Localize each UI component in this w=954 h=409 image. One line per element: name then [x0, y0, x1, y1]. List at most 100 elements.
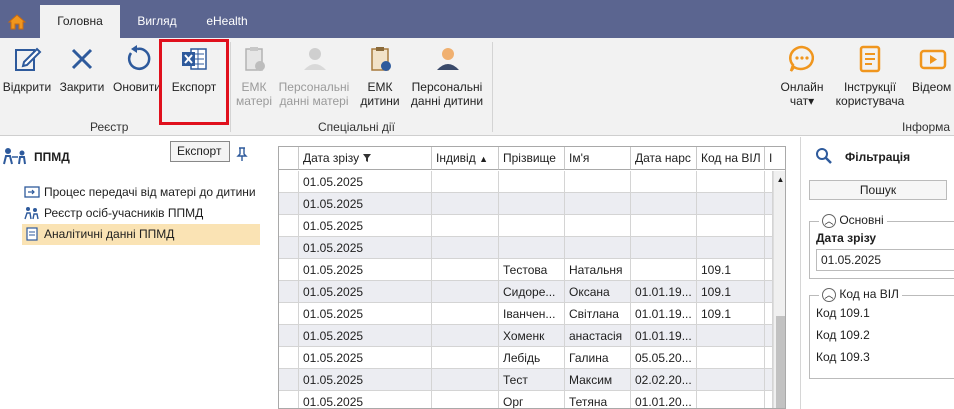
table-cell[interactable]	[565, 215, 631, 237]
table-cell[interactable]	[697, 325, 765, 347]
table-cell[interactable]	[631, 259, 697, 281]
date-input[interactable]: 01.05.2025	[816, 249, 954, 271]
table-cell[interactable]: Натальня	[565, 259, 631, 281]
table-cell[interactable]: Тест	[499, 369, 565, 391]
table-cell[interactable]	[697, 347, 765, 369]
tab-view[interactable]: Вигляд	[122, 5, 192, 38]
table-cell[interactable]	[432, 347, 499, 369]
table-cell[interactable]: Іванчен...	[499, 303, 565, 325]
table-cell[interactable]	[765, 193, 773, 215]
hiv-code-option[interactable]: Код 109.3	[816, 350, 870, 364]
mother-ehr-button[interactable]: ЕМК матері	[234, 44, 274, 116]
table-cell[interactable]: 01.05.2025	[299, 325, 432, 347]
vertical-scrollbar[interactable]: ▲	[773, 171, 785, 408]
table-cell[interactable]	[432, 325, 499, 347]
search-button[interactable]: Пошук	[809, 180, 947, 200]
row-header[interactable]	[279, 391, 299, 408]
row-header[interactable]	[279, 347, 299, 369]
table-cell[interactable]	[631, 215, 697, 237]
table-cell[interactable]: 01.05.2025	[299, 391, 432, 408]
table-cell[interactable]: 01.01.20...	[631, 391, 697, 408]
hiv-section-header[interactable]: ︿ Код на ВІЛ	[819, 287, 902, 302]
table-cell[interactable]	[499, 237, 565, 259]
column-header-hiv-code[interactable]: Код на ВІЛ	[697, 147, 765, 170]
table-cell[interactable]: 01.05.2025	[299, 347, 432, 369]
table-cell[interactable]: 01.05.2025	[299, 259, 432, 281]
tab-ehealth[interactable]: eHealth	[194, 5, 260, 38]
table-cell[interactable]	[631, 237, 697, 259]
table-cell[interactable]: 01.05.2025	[299, 303, 432, 325]
child-ehr-button[interactable]: ЕМК дитини	[356, 44, 404, 116]
column-header-surname[interactable]: Прізвище	[499, 147, 565, 170]
table-cell[interactable]: 02.02.20...	[631, 369, 697, 391]
table-cell[interactable]: 01.05.2025	[299, 215, 432, 237]
table-cell[interactable]: 01.01.19...	[631, 281, 697, 303]
table-cell[interactable]	[499, 215, 565, 237]
table-cell[interactable]	[765, 259, 773, 281]
row-header[interactable]	[279, 369, 299, 391]
table-cell[interactable]	[697, 369, 765, 391]
table-cell[interactable]: 01.05.2025	[299, 237, 432, 259]
table-cell[interactable]: 01.05.2025	[299, 369, 432, 391]
table-cell[interactable]: анастасія	[565, 325, 631, 347]
table-cell[interactable]: Орг	[499, 391, 565, 408]
row-header[interactable]	[279, 303, 299, 325]
table-cell[interactable]	[765, 391, 773, 408]
table-cell[interactable]	[432, 259, 499, 281]
table-cell[interactable]	[432, 193, 499, 215]
table-cell[interactable]	[432, 171, 499, 193]
nav-item-analytics[interactable]: Аналітичні данні ППМД	[22, 224, 260, 245]
hiv-code-option[interactable]: Код 109.2	[816, 328, 870, 342]
table-cell[interactable]: Тестова	[499, 259, 565, 281]
table-cell[interactable]	[631, 193, 697, 215]
table-cell[interactable]	[432, 303, 499, 325]
hiv-code-option[interactable]: Код 109.1	[816, 306, 870, 320]
table-cell[interactable]: Хоменк	[499, 325, 565, 347]
row-header[interactable]	[279, 237, 299, 259]
table-cell[interactable]: Максим	[565, 369, 631, 391]
row-header[interactable]	[279, 325, 299, 347]
column-header-individual[interactable]: Індивід ▲	[432, 147, 499, 170]
table-cell[interactable]	[765, 303, 773, 325]
table-cell[interactable]: 109.1	[697, 303, 765, 325]
table-cell[interactable]	[631, 171, 697, 193]
table-cell[interactable]	[565, 171, 631, 193]
table-cell[interactable]	[765, 369, 773, 391]
collapse-icon[interactable]: ︿	[822, 213, 836, 228]
filter-icon[interactable]	[362, 153, 372, 163]
online-chat-button[interactable]: Онлайн чат▾	[774, 44, 830, 116]
table-cell[interactable]	[565, 193, 631, 215]
table-cell[interactable]	[432, 215, 499, 237]
table-cell[interactable]: 01.05.2025	[299, 281, 432, 303]
data-grid[interactable]: Дата зрізу Індивід ▲ Прізвище Ім'я Дата …	[278, 146, 786, 409]
column-header-extra[interactable]: І	[765, 147, 785, 170]
table-cell[interactable]: Світлана	[565, 303, 631, 325]
close-button[interactable]: Закрити	[56, 44, 108, 116]
table-cell[interactable]: Тетяна	[565, 391, 631, 408]
table-cell[interactable]	[697, 193, 765, 215]
refresh-button[interactable]: Оновити	[110, 44, 164, 116]
open-button[interactable]: Відкрити	[0, 44, 54, 116]
scroll-up-icon[interactable]: ▲	[774, 173, 785, 187]
collapse-icon[interactable]: ︿	[822, 287, 836, 302]
table-cell[interactable]: 01.01.19...	[631, 325, 697, 347]
table-cell[interactable]	[697, 391, 765, 408]
table-cell[interactable]: Сидоре...	[499, 281, 565, 303]
nav-item-participants-registry[interactable]: Реєстр осіб-учасників ППМД	[22, 203, 260, 224]
table-cell[interactable]: 109.1	[697, 259, 765, 281]
table-cell[interactable]	[432, 281, 499, 303]
video-button[interactable]: Відеом	[912, 44, 954, 116]
table-cell[interactable]	[697, 237, 765, 259]
table-cell[interactable]	[432, 237, 499, 259]
mother-personal-button[interactable]: Персональні данні матері	[276, 44, 352, 116]
tab-home[interactable]: Головна	[40, 5, 120, 38]
main-section-header[interactable]: ︿ Основні	[819, 213, 887, 228]
table-cell[interactable]: 01.05.2025	[299, 171, 432, 193]
table-cell[interactable]	[499, 171, 565, 193]
table-cell[interactable]: Оксана	[565, 281, 631, 303]
table-cell[interactable]	[697, 171, 765, 193]
table-cell[interactable]	[565, 237, 631, 259]
table-cell[interactable]	[499, 193, 565, 215]
child-personal-button[interactable]: Персональні данні дитини	[406, 44, 488, 116]
column-header-name[interactable]: Ім'я	[565, 147, 631, 170]
